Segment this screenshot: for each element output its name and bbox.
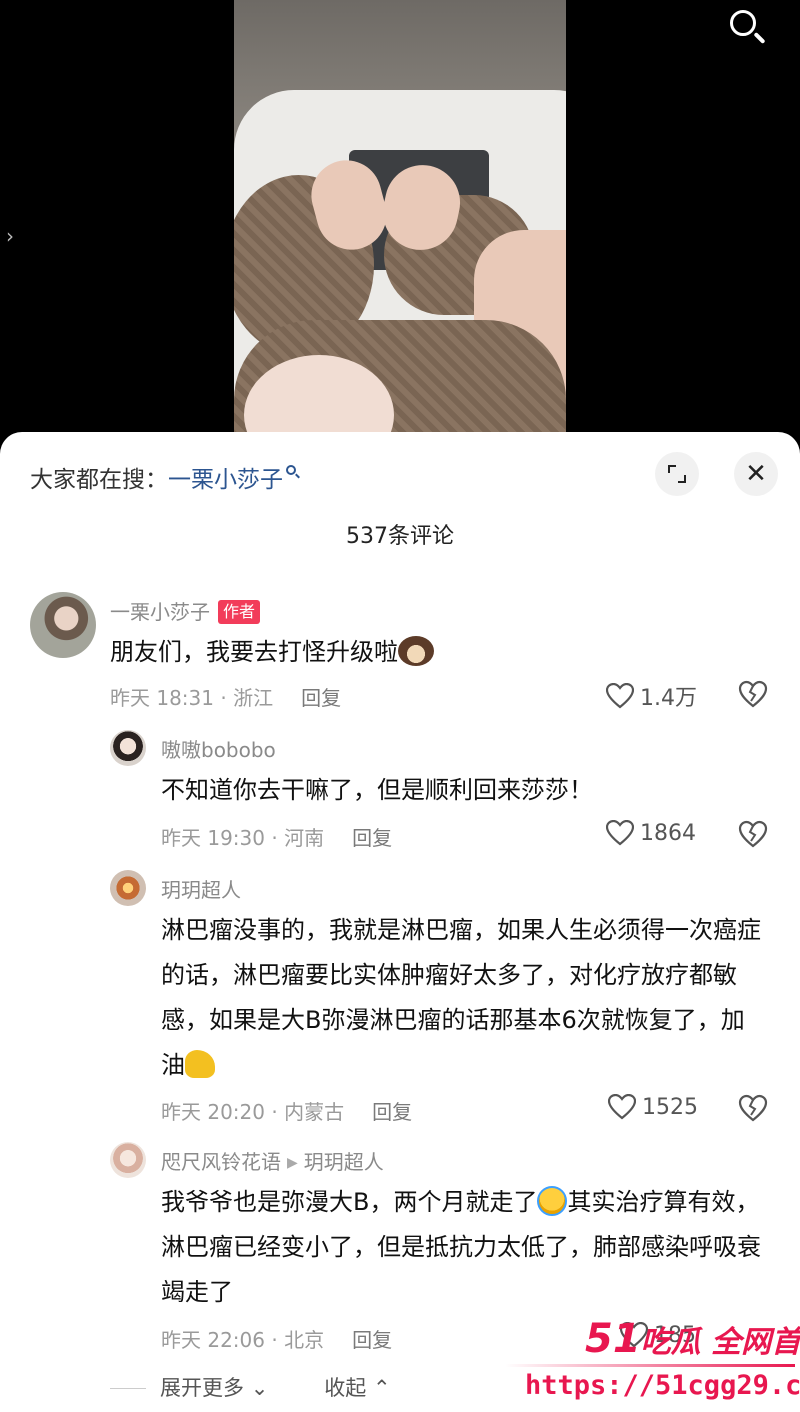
avatar[interactable] [110,870,146,906]
like-count: 1525 [642,1094,698,1120]
heart-icon [606,820,634,846]
comment-text-content: 朋友们，我要去打怪升级啦 [110,638,398,666]
comment-time: 昨天 19:30 · 河南 [161,826,325,850]
reply-button[interactable]: 回复 [352,826,392,850]
crying-emoji-icon [537,1186,568,1216]
close-button[interactable]: ✕ [734,452,778,496]
comment-text: 我爷爷也是弥漫大B，两个月就走了 其实治疗算有效，淋巴瘤已经变小了，但是抵抗力太低… [161,1180,761,1315]
username-text: 一栗小莎子 [110,600,210,624]
collapse-label: 收起 [324,1376,367,1400]
trending-search-prefix: 大家都在搜： [30,467,168,493]
collapse-button[interactable]: 收起 ⌃ [324,1376,390,1400]
video-player[interactable]: › [0,0,800,440]
comment-meta: 昨天 22:06 · 北京 回复 [161,1324,392,1353]
reply-button[interactable]: 回复 [372,1100,412,1124]
expand-button[interactable] [655,452,699,496]
avatar[interactable] [110,1142,146,1178]
trending-search-row[interactable]: 大家都在搜：一栗小莎子 [30,460,301,494]
avatar[interactable] [30,592,96,658]
reply-arrow-icon: ▶ [287,1155,298,1171]
broken-heart-icon[interactable] [738,680,768,708]
comment-meta: 昨天 19:30 · 河南 回复 [161,822,392,851]
watermark-line [505,1364,795,1367]
comment-meta: 昨天 20:20 · 内蒙古 回复 [161,1096,412,1125]
watermark-brand: 51吃瓜 全网首发 [585,1316,800,1362]
watermark-brand-text: 吃瓜 全网首发 [640,1325,800,1360]
trending-search-term[interactable]: 一栗小莎子 [168,467,283,493]
comment-time: 昨天 22:06 · 北京 [161,1328,325,1352]
bear-emoji-icon [398,636,434,666]
video-frame [234,0,566,440]
like-button[interactable]: 1864 [606,820,696,846]
chevron-up-icon: ⌃ [372,1376,391,1400]
watermark: 51吃瓜 全网首发 https://51cgg29.com [505,1316,800,1412]
author-badge: 作者 [218,600,261,624]
divider [110,1388,146,1389]
chevron-right-icon[interactable]: › [6,224,14,248]
username-text: 咫尺风铃花语 [161,1150,281,1174]
comment-sheet: 大家都在搜：一栗小莎子 ✕ 537条评论 一栗小莎子 作者 朋友们，我要去打怪升级… [0,432,800,1412]
close-icon: ✕ [745,459,767,489]
reply-to-username[interactable]: 玥玥超人 [304,1150,384,1174]
muscle-emoji-icon [185,1050,215,1078]
thread-controls: 展开更多 ⌄ 收起 ⌃ [110,1372,391,1402]
comment-meta: 昨天 18:31 · 浙江 回复 [110,682,341,711]
comment-text: 朋友们，我要去打怪升级啦 [110,630,760,675]
comment-time: 昨天 18:31 · 浙江 [110,686,274,710]
chevron-down-icon: ⌄ [250,1376,269,1400]
comment-username[interactable]: 咫尺风铃花语 ▶ 玥玥超人 [161,1146,384,1175]
comment-text-content: 我爷爷也是弥漫大B，两个月就走了 [161,1188,538,1216]
watermark-brand-number: 51 [585,1316,641,1362]
search-icon[interactable] [726,6,770,50]
search-icon [285,465,301,481]
broken-heart-icon[interactable] [738,1094,768,1122]
like-button[interactable]: 1525 [608,1094,698,1120]
comment-text-content: 淋巴瘤没事的，我就是淋巴瘤，如果人生必须得一次癌症的话，淋巴瘤要比实体肿瘤好太多… [161,916,761,1079]
comment-text: 不知道你去干嘛了，但是顺利回来莎莎！ [161,776,593,804]
expand-icon [668,465,686,483]
broken-heart-icon[interactable] [738,820,768,848]
like-button[interactable]: 1.4万 [606,680,697,712]
heart-icon [606,683,634,709]
watermark-url: https://51cgg29.com [525,1370,800,1401]
comment-username[interactable]: 一栗小莎子 作者 [110,596,261,625]
like-count: 1864 [640,820,696,846]
heart-icon [608,1094,636,1120]
reply-button[interactable]: 回复 [352,1328,392,1352]
comment-username[interactable]: 玥玥超人 [161,874,241,903]
avatar[interactable] [110,730,146,766]
like-count: 1.4万 [640,686,697,711]
comment-text: 淋巴瘤没事的，我就是淋巴瘤，如果人生必须得一次癌症的话，淋巴瘤要比实体肿瘤好太多… [161,908,766,1088]
expand-more-label: 展开更多 [160,1376,244,1400]
comment-time: 昨天 20:20 · 内蒙古 [161,1100,345,1124]
comment-count: 537条评论 [346,524,454,549]
reply-button[interactable]: 回复 [301,686,341,710]
comment-username[interactable]: 嗷嗷bobobo [161,734,276,763]
expand-more-button[interactable]: 展开更多 ⌄ [160,1376,268,1400]
